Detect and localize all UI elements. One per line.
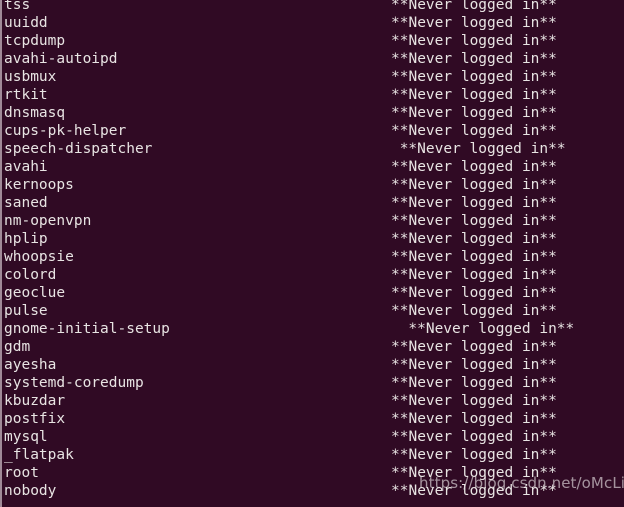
last-login-cell: **Never logged in** — [391, 303, 557, 319]
last-login-cell: **Never logged in** — [391, 447, 557, 463]
username-cell: dnsmasq — [4, 105, 66, 121]
username-cell: whoopsie — [4, 249, 74, 265]
terminal-window[interactable]: tss **Never logged in** uuidd **Never logge… — [0, 0, 624, 507]
last-login-cell: **Never logged in** — [399, 141, 566, 157]
terminal-row: dnsmasq **Never logged in** — [2, 104, 624, 122]
watermark-text: https://blog.csdn.net/oMcLin — [419, 474, 624, 492]
last-login-cell: **Never logged in** — [391, 411, 557, 427]
last-login-cell: **Never logged in** — [391, 393, 557, 409]
last-login-cell: **Never logged in** — [391, 15, 557, 31]
username-cell: gdm — [4, 339, 31, 355]
username-cell: geoclue — [4, 285, 66, 301]
username-cell: nobody — [4, 483, 57, 499]
terminal-row: saned **Never logged in** — [2, 194, 624, 212]
username-cell: saned — [4, 195, 48, 211]
terminal-row: tcpdump **Never logged in** — [2, 32, 624, 50]
terminal-row: cups-pk-helper **Never logged in** — [2, 122, 624, 140]
terminal-row: postfix **Never logged in** — [2, 410, 624, 428]
terminal-row: gnome-initial-setup **Never logged in** — [2, 320, 624, 338]
terminal-row: _flatpak **Never logged in** — [2, 446, 624, 464]
username-cell: kbuzdar — [4, 393, 66, 409]
last-login-cell: **Never logged in** — [391, 267, 557, 283]
last-login-cell: **Never logged in** — [391, 33, 557, 49]
username-cell: postfix — [4, 411, 66, 427]
last-login-cell: **Never logged in** — [391, 51, 557, 67]
last-login-cell: **Never logged in** — [391, 213, 557, 229]
last-login-cell: **Never logged in** — [391, 105, 557, 121]
username-cell: nm-openvpn — [4, 213, 92, 229]
username-cell: pulse — [4, 303, 48, 319]
terminal-row: usbmux **Never logged in** — [2, 68, 624, 86]
terminal-row: kbuzdar **Never logged in** — [2, 392, 624, 410]
terminal-row: rtkit **Never logged in** — [2, 86, 624, 104]
terminal-row: pulse **Never logged in** — [2, 302, 624, 320]
last-login-cell: **Never logged in** — [391, 195, 557, 211]
terminal-row: gdm **Never logged in** — [2, 338, 624, 356]
username-cell: kernoops — [4, 177, 74, 193]
terminal-row: hplip **Never logged in** — [2, 230, 624, 248]
username-cell: root — [4, 465, 39, 481]
terminal-row: tss **Never logged in** — [2, 0, 624, 14]
last-login-cell: **Never logged in** — [391, 357, 557, 373]
username-cell: systemd-coredump — [4, 375, 144, 391]
username-cell: colord — [4, 267, 57, 283]
username-cell: tcpdump — [4, 33, 66, 49]
terminal-row: speech-dispatcher **Never logged in** — [2, 140, 624, 158]
terminal-row: nm-openvpn **Never logged in** — [2, 212, 624, 230]
last-login-cell: **Never logged in** — [391, 285, 557, 301]
username-cell: gnome-initial-setup — [4, 321, 170, 337]
last-login-cell: **Never logged in** — [391, 339, 557, 355]
terminal-row: uuidd **Never logged in** — [2, 14, 624, 32]
username-cell: _flatpak — [4, 447, 74, 463]
last-login-cell: **Never logged in** — [391, 69, 557, 85]
username-cell: rtkit — [4, 87, 48, 103]
username-cell: usbmux — [4, 69, 57, 85]
last-login-cell: **Never logged in** — [391, 159, 557, 175]
username-cell: avahi-autoipd — [4, 51, 118, 67]
last-login-cell: **Never logged in** — [391, 429, 557, 445]
username-cell: tss — [4, 0, 31, 13]
terminal-output: tss **Never logged in** uuidd **Never logge… — [2, 0, 624, 500]
last-login-cell: **Never logged in** — [391, 177, 557, 193]
terminal-row: kernoops **Never logged in** — [2, 176, 624, 194]
terminal-row: mysql **Never logged in** — [2, 428, 624, 446]
last-login-cell: **Never logged in** — [391, 87, 557, 103]
last-login-cell: **Never logged in** — [391, 231, 557, 247]
username-cell: ayesha — [4, 357, 57, 373]
last-login-cell: **Never logged in** — [391, 249, 557, 265]
username-cell: mysql — [4, 429, 48, 445]
terminal-row: whoopsie **Never logged in** — [2, 248, 624, 266]
username-cell: uuidd — [4, 15, 48, 31]
terminal-row: ayesha **Never logged in** — [2, 356, 624, 374]
last-login-cell: **Never logged in** — [391, 123, 557, 139]
username-cell: hplip — [4, 231, 48, 247]
username-cell: cups-pk-helper — [4, 123, 127, 139]
last-login-cell: **Never logged in** — [408, 321, 575, 337]
terminal-row: colord **Never logged in** — [2, 266, 624, 284]
terminal-row: avahi **Never logged in** — [2, 158, 624, 176]
username-cell: avahi — [4, 159, 48, 175]
terminal-row: avahi-autoipd **Never logged in** — [2, 50, 624, 68]
last-login-cell: **Never logged in** — [391, 375, 557, 391]
last-login-cell: **Never logged in** — [391, 0, 557, 13]
username-cell: speech-dispatcher — [4, 141, 153, 157]
terminal-row: geoclue **Never logged in** — [2, 284, 624, 302]
terminal-row: systemd-coredump **Never logged in** — [2, 374, 624, 392]
